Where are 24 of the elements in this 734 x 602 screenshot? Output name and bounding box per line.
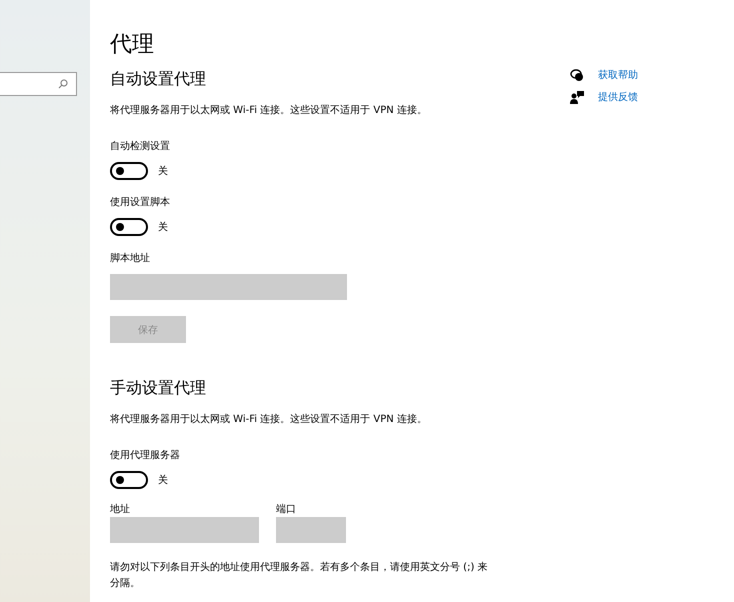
toggle-state: 关 bbox=[158, 220, 168, 234]
search-icon bbox=[58, 79, 68, 89]
toggle-label: 使用代理服务器 bbox=[110, 449, 181, 463]
search-field[interactable] bbox=[0, 72, 77, 96]
section-heading: 自动设置代理 bbox=[110, 68, 207, 90]
field-label: 脚本地址 bbox=[110, 252, 151, 266]
toggle-label: 使用设置脚本 bbox=[110, 196, 171, 210]
toggle-switch[interactable] bbox=[110, 471, 148, 489]
toggle-switch[interactable] bbox=[110, 218, 148, 236]
toggle-label: 自动检测设置 bbox=[110, 140, 171, 154]
toggle-state: 关 bbox=[158, 474, 168, 487]
toggle-state: 关 bbox=[158, 164, 168, 178]
field-label: 端口 bbox=[276, 503, 297, 517]
section-heading: 手动设置代理 bbox=[110, 377, 207, 399]
toggle-switch[interactable] bbox=[110, 162, 148, 180]
section-description: 将代理服务器用于以太网或 Wi-Fi 连接。这些设置不适用于 VPN 连接。 bbox=[110, 104, 428, 118]
feedback-person-icon bbox=[570, 90, 584, 104]
exceptions-note: 请勿对以下列条目开头的地址使用代理服务器。若有多个条目，请使用英文分号 (;) 来分隔。 bbox=[110, 560, 489, 591]
page-title: 代理 bbox=[110, 31, 155, 59]
field-label: 地址 bbox=[110, 503, 131, 517]
help-chat-icon bbox=[570, 68, 584, 82]
section-description: 将代理服务器用于以太网或 Wi-Fi 连接。这些设置不适用于 VPN 连接。 bbox=[110, 413, 428, 427]
help-link[interactable]: 获取帮助 bbox=[598, 68, 638, 82]
feedback-link[interactable]: 提供反馈 bbox=[598, 90, 638, 104]
